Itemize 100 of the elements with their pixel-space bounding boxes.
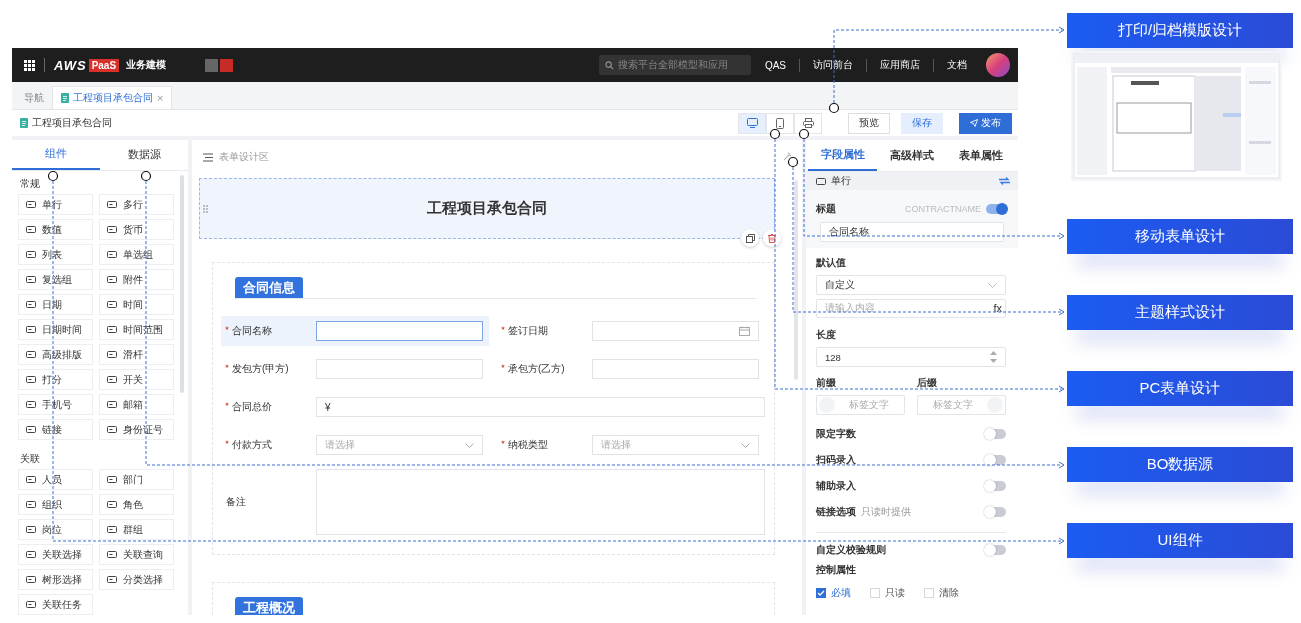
scrollbar[interactable]: [794, 180, 798, 380]
component-item[interactable]: 列表: [18, 244, 93, 265]
field-label: 发包方(甲方): [221, 362, 316, 376]
scrollbar[interactable]: [180, 175, 184, 393]
property-label: 控制属性: [816, 563, 857, 577]
swatch-icon[interactable]: [205, 58, 219, 72]
apps-grid-icon[interactable]: [24, 59, 35, 71]
copy-icon: [745, 233, 755, 243]
component-item[interactable]: 部门: [99, 469, 174, 490]
field-type: 单行: [831, 174, 851, 188]
stepper-icon[interactable]: [990, 350, 997, 364]
select-field[interactable]: 自定义: [816, 275, 1006, 295]
phone-icon: [776, 117, 784, 129]
checkbox[interactable]: 必填: [816, 586, 856, 600]
publish-button[interactable]: 发布: [959, 112, 1012, 134]
component-item[interactable]: 关联选择: [18, 544, 93, 565]
component-item[interactable]: 身份证号: [99, 419, 174, 440]
mobile-view-button[interactable]: [766, 112, 794, 134]
search-field[interactable]: 搜索平台全部模型和应用: [598, 55, 751, 75]
date-field[interactable]: [592, 321, 759, 341]
toggle-switch[interactable]: [986, 428, 1006, 439]
component-item[interactable]: 分类选择: [99, 569, 174, 590]
field-icon: [26, 375, 36, 384]
form-title: 工程项目承包合同: [427, 199, 547, 218]
checkbox[interactable]: 只读: [870, 586, 910, 600]
field-icon: [26, 600, 36, 609]
tab[interactable]: 数据源: [100, 140, 188, 170]
feature-label: UI组件: [1067, 523, 1293, 558]
formula-button[interactable]: fx: [993, 302, 1002, 314]
input-field[interactable]: 请输入内容 fx: [816, 299, 1006, 318]
component-item[interactable]: 高级排版: [18, 344, 93, 365]
component-item[interactable]: 复选组: [18, 269, 93, 290]
toggle-switch[interactable]: [986, 506, 1006, 517]
component-item[interactable]: 多行: [99, 194, 174, 215]
desktop-view-button[interactable]: [738, 112, 766, 134]
swap-icon[interactable]: [999, 177, 1010, 185]
component-item[interactable]: 时间: [99, 294, 174, 315]
field-icon: [107, 250, 117, 259]
component-item[interactable]: 货币: [99, 219, 174, 240]
input-field[interactable]: ¥: [316, 397, 765, 417]
number-field[interactable]: 128: [816, 347, 1006, 367]
product-name: 业务建模: [126, 58, 167, 72]
component-item[interactable]: 链接: [18, 419, 93, 440]
toggle-switch[interactable]: [986, 544, 1006, 555]
chevron-down-icon: [465, 442, 474, 448]
component-item[interactable]: 角色: [99, 494, 174, 515]
toggle-switch[interactable]: [986, 480, 1006, 491]
swatch-icon[interactable]: [220, 58, 234, 72]
field-label: 备注: [225, 495, 247, 509]
component-item[interactable]: 组织: [18, 494, 93, 515]
logo-badge: PaaS: [88, 58, 120, 72]
tab[interactable]: 表单属性: [946, 140, 1016, 171]
component-item[interactable]: 群组: [99, 519, 174, 540]
component-item[interactable]: 数值: [18, 219, 93, 240]
copy-button[interactable]: [741, 229, 759, 247]
nav-link[interactable]: 访问前台: [800, 58, 866, 72]
component-item[interactable]: 岗位: [18, 519, 93, 540]
input-field[interactable]: [316, 321, 483, 341]
group-title: 常规: [19, 177, 41, 191]
field-label: 承包方(乙方): [497, 362, 592, 376]
drag-handle-icon[interactable]: [203, 205, 208, 213]
component-item[interactable]: 关联任务: [18, 594, 93, 615]
component-item[interactable]: 附件: [99, 269, 174, 290]
input-field[interactable]: 合同名称: [820, 222, 1004, 242]
component-item[interactable]: 树形选择: [18, 569, 93, 590]
component-item[interactable]: 开关: [99, 369, 174, 390]
component-item[interactable]: 日期: [18, 294, 93, 315]
list-icon: [203, 152, 213, 162]
form-title-block[interactable]: 工程项目承包合同: [199, 178, 775, 239]
nav-link[interactable]: 应用商店: [867, 58, 933, 72]
text-area[interactable]: [316, 469, 765, 535]
toggle-switch[interactable]: [986, 454, 1006, 465]
checkbox[interactable]: 清除: [924, 586, 964, 600]
component-item[interactable]: 滑杆: [99, 344, 174, 365]
group-title: 关联: [19, 452, 41, 466]
component-item[interactable]: 单行: [18, 194, 93, 215]
field-icon: [26, 200, 36, 209]
component-item[interactable]: 时间范围: [99, 319, 174, 340]
nav-link[interactable]: QAS: [750, 59, 799, 71]
toggle-switch[interactable]: [986, 204, 1006, 214]
component-item[interactable]: 邮箱: [99, 394, 174, 415]
avatar[interactable]: [986, 53, 1010, 77]
field-icon: [26, 250, 36, 259]
nav-link[interactable]: 文档: [934, 58, 980, 72]
tab[interactable]: 高级样式: [877, 140, 947, 171]
print-view-button[interactable]: [794, 112, 822, 134]
component-item[interactable]: 关联查询: [99, 544, 174, 565]
field-icon: [107, 225, 117, 234]
preview-button[interactable]: 预览: [848, 112, 890, 134]
tab[interactable]: 工程项目承包合同 ×: [52, 86, 173, 109]
component-item[interactable]: 日期时间: [18, 319, 93, 340]
component-item[interactable]: 打分: [18, 369, 93, 390]
component-item[interactable]: 单选组: [99, 244, 174, 265]
save-button[interactable]: 保存: [901, 112, 943, 134]
component-item[interactable]: 手机号: [18, 394, 93, 415]
tab[interactable]: 组件: [12, 140, 100, 170]
property-label: 辅助录入: [816, 478, 856, 493]
component-item[interactable]: 人员: [18, 469, 93, 490]
section-title: 合同信息: [235, 277, 303, 298]
search-icon: [604, 60, 614, 70]
